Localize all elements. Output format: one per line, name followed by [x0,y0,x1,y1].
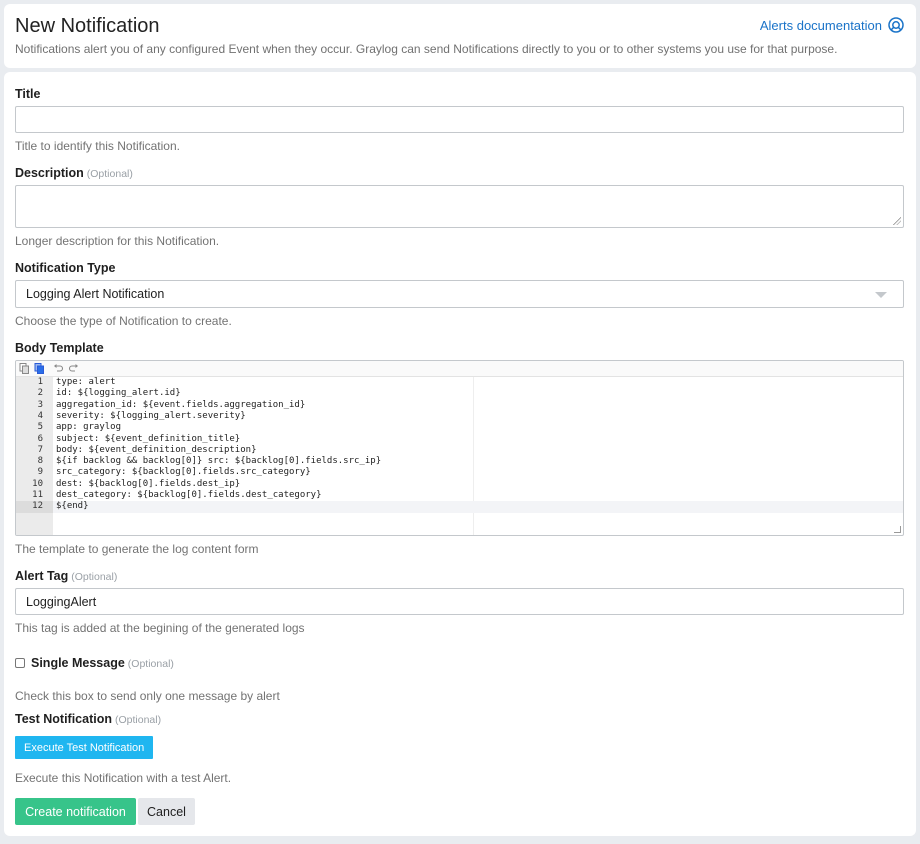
editor-body[interactable]: 1 type: alert 2 id: ${logging_alert.id} 3 agg… [16,377,903,535]
alert-tag-label: Alert Tag (Optional) [15,569,117,583]
resize-handle-icon[interactable] [893,217,901,225]
notification-type-label-text: Notification Type [15,261,116,275]
alert-tag-optional: (Optional) [71,571,118,583]
code-text: subject: ${event_definition_title} [56,433,241,444]
line-number: 11 [32,490,43,500]
title-input[interactable] [15,106,904,133]
body-template-editor[interactable]: 1 type: alert 2 id: ${logging_alert.id} 3 agg… [15,360,904,536]
alert-tag-label-text: Alert Tag [15,569,69,583]
code-line[interactable]: 4 severity: ${logging_alert.severity} [16,411,903,422]
page-header: New Notification Notifications alert you… [4,4,916,68]
code-line[interactable]: 9 src_category: ${backlog[0].fields.src_c… [16,467,903,478]
line-number: 8 [37,456,43,467]
code-text: app: graylog [56,422,122,433]
code-line[interactable]: 7 body: ${event_definition_description} [16,445,903,456]
single-message-help: Check this box to send only one message … [15,689,280,703]
notification-type-help: Choose the type of Notification to creat… [15,314,232,328]
code-line[interactable]: 6 subject: ${event_definition_title} [16,434,903,445]
body-template-label-text: Body Template [15,341,104,355]
code-text: dest_category: ${backlog[0].fields.dest_… [56,490,322,500]
alert-tag-value: LoggingAlert [26,594,97,609]
title-label-text: Title [15,87,41,101]
notification-type-selected: Logging Alert Notification [26,287,165,301]
single-message-checkbox[interactable] [15,658,25,668]
code-line[interactable]: 3 aggregation_id: ${event.fields.aggregat… [16,400,903,411]
code-line[interactable]: 11 dest_category: ${backlog[0].fields.des… [16,490,903,501]
code-line[interactable]: 12 ${end} [16,501,903,513]
test-notification-optional: (Optional) [115,714,162,726]
single-message-label[interactable]: Single Message (Optional) [31,656,174,670]
description-optional: (Optional) [86,168,133,180]
description-label: Description (Optional) [15,166,133,180]
alerts-documentation-label[interactable]: Alerts documentation [760,18,882,33]
line-number: 12 [16,501,53,513]
code-line[interactable]: 5 app: graylog [16,422,903,433]
editor-toolbar [16,361,903,377]
line-number: 3 [37,399,43,410]
code-text: ${if backlog && backlog[0]} src: ${backl… [56,456,382,467]
line-number: 1 [37,377,43,387]
notification-type-select[interactable]: Logging Alert Notification [15,280,904,308]
line-number: 10 [32,478,43,489]
code-line[interactable]: 10 dest: ${backlog[0].fields.dest_ip} [16,479,903,490]
cancel-button[interactable]: Cancel [138,798,195,825]
test-notification-label: Test Notification (Optional) [15,712,161,726]
page-subtitle: Notifications alert you of any configure… [15,42,838,56]
alert-tag-input[interactable]: LoggingAlert [15,588,904,615]
code-text: severity: ${logging_alert.severity} [56,410,246,421]
code-line[interactable]: 8 ${if backlog && backlog[0]} src: ${back… [16,456,903,467]
description-textarea[interactable] [15,185,904,228]
test-notification-label-text: Test Notification [15,712,112,726]
description-help: Longer description for this Notification… [15,234,220,248]
execute-test-notification-button[interactable]: Execute Test Notification [15,736,154,759]
alerts-documentation-link[interactable]: Alerts documentation [760,17,904,33]
create-notification-button[interactable]: Create notification [15,798,136,825]
line-number: 4 [37,410,43,421]
single-message-optional: (Optional) [127,658,174,670]
code-line[interactable]: 2 id: ${logging_alert.id} [16,388,903,399]
code-text: ${end} [56,501,89,512]
code-text: aggregation_id: ${event.fields.aggregati… [56,399,306,410]
code-line[interactable]: 1 type: alert [16,377,903,388]
notification-type-label: Notification Type [15,261,115,275]
line-number: 9 [37,467,43,478]
undo-icon[interactable] [53,363,64,374]
title-label: Title [15,87,40,101]
paste-icon[interactable] [34,363,45,374]
code-text: dest: ${backlog[0].fields.dest_ip} [56,478,241,489]
test-notification-help: Execute this Notification with a test Al… [15,771,232,785]
chevron-down-icon[interactable] [875,292,887,298]
description-label-text: Description [15,166,84,180]
code-text: src_category: ${backlog[0].fields.src_ca… [56,467,311,478]
code-text: id: ${logging_alert.id} [56,388,181,399]
body-template-help: The template to generate the log content… [15,542,259,556]
single-message-label-text: Single Message [31,656,125,670]
line-number: 2 [37,388,43,399]
line-number: 7 [37,444,43,455]
page-title: New Notification [15,15,160,37]
body-template-label: Body Template [15,341,104,355]
alert-tag-help: This tag is added at the begining of the… [15,621,305,635]
redo-icon[interactable] [68,363,79,374]
line-number: 6 [37,433,43,444]
resize-handle-icon[interactable] [894,526,901,533]
line-number: 5 [37,422,43,433]
code-text: type: alert [56,377,116,387]
lifebuoy-icon [888,17,904,33]
notification-form: Title Title to identify this Notificatio… [4,72,916,836]
title-help: Title to identify this Notification. [15,139,180,153]
copy-icon[interactable] [19,363,30,374]
code-text: body: ${event_definition_description} [56,444,257,455]
